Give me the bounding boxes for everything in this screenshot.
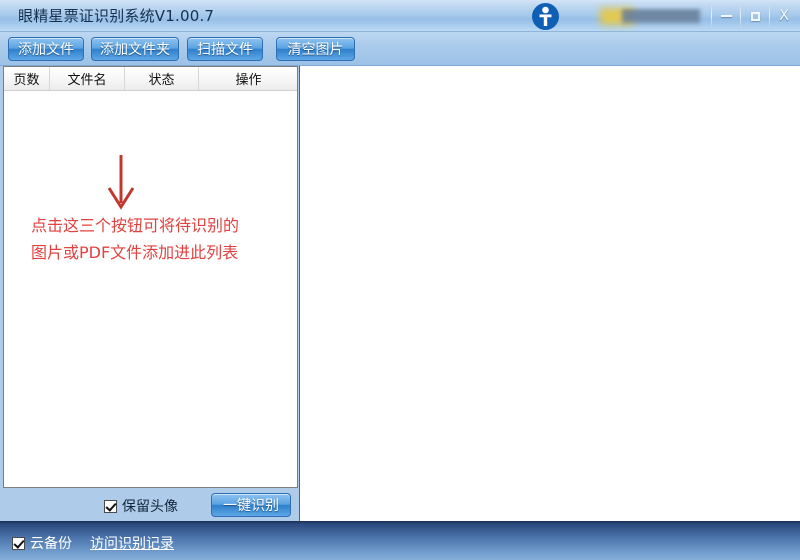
- down-arrow-annotation-icon: [100, 155, 142, 211]
- file-list-panel: 页数 文件名 状态 操作 点击这三个按钮可将待识别的 图片或PDF文件添加进此列…: [0, 66, 300, 521]
- file-list-box[interactable]: 页数 文件名 状态 操作 点击这三个按钮可将待识别的 图片或PDF文件添加进此列…: [3, 66, 298, 488]
- cloud-backup-label: 云备份: [30, 536, 72, 552]
- annotation-text: 点击这三个按钮可将待识别的 图片或PDF文件添加进此列表: [31, 212, 291, 266]
- one-click-recognize-button[interactable]: 一键识别: [211, 493, 291, 517]
- title-bar: 眼精星票证识别系统V1.00.7 X: [0, 0, 800, 32]
- annotation-line-2: 图片或PDF文件添加进此列表: [31, 243, 239, 262]
- annotation-line-1: 点击这三个按钮可将待识别的: [31, 216, 240, 235]
- blurred-account-name: [600, 8, 704, 25]
- keep-portrait-checkbox[interactable]: 保留头像: [104, 496, 178, 516]
- cloud-backup-checkbox[interactable]: 云备份: [12, 533, 72, 553]
- column-header-pages[interactable]: 页数: [4, 67, 50, 90]
- close-button[interactable]: X: [770, 1, 798, 31]
- file-list-header: 页数 文件名 状态 操作: [4, 67, 297, 91]
- checkbox-check-icon: [12, 536, 25, 550]
- maximize-button[interactable]: [741, 1, 769, 31]
- minimize-button[interactable]: [712, 1, 740, 31]
- clear-image-button[interactable]: 清空图片: [276, 37, 355, 61]
- column-header-action[interactable]: 操作: [199, 67, 297, 90]
- column-header-status[interactable]: 状态: [125, 67, 199, 90]
- checkbox-check-icon: [104, 499, 117, 513]
- application-window: 眼精星票证识别系统V1.00.7 X 添加文件 添加文件夹 扫描文件 清空图片: [0, 0, 800, 560]
- app-title: 眼精星票证识别系统V1.00.7: [18, 7, 215, 25]
- person-circle-logo-icon: [531, 2, 560, 31]
- status-bar: 云备份 访问识别记录 清空数据 Copyright © 深圳市金鸣科技有限公司: [0, 521, 800, 560]
- preview-panel[interactable]: [301, 66, 800, 521]
- file-list-footer: 保留头像 一键识别: [0, 490, 299, 521]
- add-folder-button[interactable]: 添加文件夹: [91, 37, 179, 61]
- scan-file-button[interactable]: 扫描文件: [187, 37, 263, 61]
- add-file-button[interactable]: 添加文件: [8, 37, 84, 61]
- keep-portrait-label: 保留头像: [122, 499, 178, 515]
- window-controls: X: [711, 0, 798, 32]
- toolbar: 添加文件 添加文件夹 扫描文件 清空图片 证卡类型： 身份证 X 导出Excel: [0, 32, 800, 99]
- column-header-filename[interactable]: 文件名: [50, 67, 125, 90]
- visit-records-link[interactable]: 访问识别记录: [90, 533, 174, 553]
